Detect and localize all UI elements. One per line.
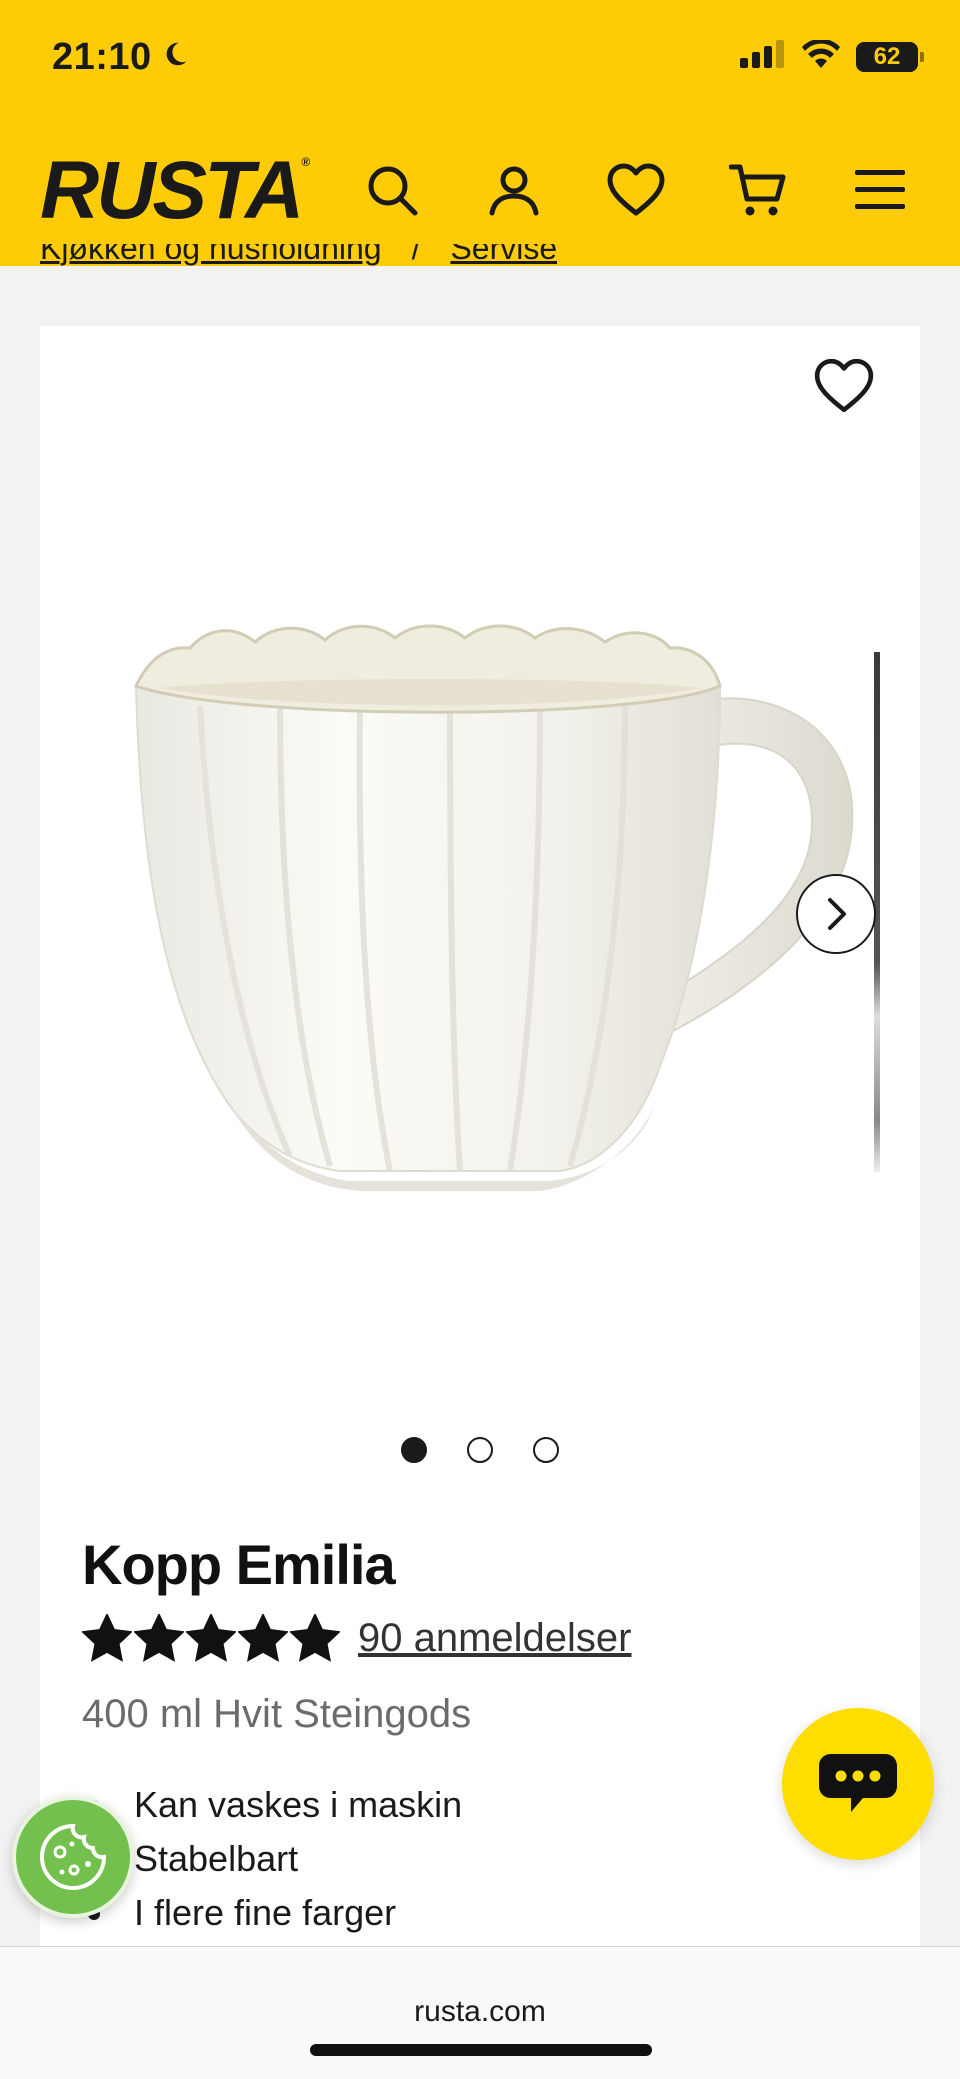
chat-bubble-icon: [819, 1754, 897, 1812]
home-indicator[interactable]: [310, 2044, 652, 2056]
product-card: Kopp Emilia 90 anmeldelser 400 ml Hvit S…: [40, 326, 920, 1986]
browser-url-bar[interactable]: rusta.com: [0, 1946, 960, 2079]
star-icon: [290, 1614, 340, 1662]
product-image-mug: [133, 624, 854, 1191]
reviews-link[interactable]: 90 anmeldelser: [358, 1616, 632, 1661]
chevron-right-icon: [828, 898, 846, 930]
site-header: 21:10 62 RUSTA®: [0, 0, 960, 266]
url-text: rusta.com: [414, 1995, 546, 2028]
gallery-dot-2[interactable]: [467, 1437, 493, 1463]
cart-icon[interactable]: [728, 160, 788, 220]
status-indicators: 62: [740, 38, 924, 73]
account-icon[interactable]: [484, 160, 544, 220]
breadcrumb-item-servise[interactable]: Servise: [450, 244, 557, 267]
status-time-text: 21:10: [52, 36, 152, 78]
gallery-dot-3[interactable]: [533, 1437, 559, 1463]
rusta-logo[interactable]: RUSTA®: [40, 150, 310, 232]
heart-icon[interactable]: [606, 160, 666, 220]
add-to-favorites-button[interactable]: [806, 348, 882, 424]
product-subtitle: 400 ml Hvit Steingods: [82, 1692, 472, 1736]
star-icon: [186, 1614, 236, 1662]
battery-level: 62: [873, 42, 901, 70]
wifi-icon: [802, 38, 840, 73]
chat-button[interactable]: [782, 1708, 934, 1860]
star-icon: [134, 1614, 184, 1662]
menu-icon[interactable]: [850, 160, 910, 220]
star-icon: [82, 1614, 132, 1662]
moon-icon: [160, 36, 190, 79]
breadcrumb-item-kitchen[interactable]: Kjøkken og husholdning: [40, 244, 382, 267]
signal-icon: [740, 40, 786, 73]
product-rating: 90 anmeldelser: [82, 1614, 632, 1662]
gallery-dot-1[interactable]: [401, 1437, 427, 1463]
search-icon[interactable]: [362, 160, 422, 220]
logo-registered-mark: ®: [301, 155, 311, 169]
cookie-icon: [40, 1823, 107, 1890]
product-gallery[interactable]: [40, 326, 920, 1486]
cookie-settings-button[interactable]: [12, 1796, 134, 1918]
status-time: 21:10: [52, 36, 190, 79]
gallery-next-button[interactable]: [796, 874, 876, 954]
logo-text: RUSTA: [40, 145, 304, 236]
feature-item: Kan vaskes i maskin: [82, 1778, 462, 1832]
feature-item: Stabelbart: [82, 1832, 462, 1886]
product-features: Kan vaskes i maskin Stabelbart I flere fin…: [82, 1778, 462, 1940]
breadcrumb: Kjøkken og husholdning / Servise: [40, 244, 557, 274]
star-icon: [238, 1614, 288, 1662]
product-title: Kopp Emilia: [82, 1533, 396, 1596]
breadcrumb-separator: /: [411, 244, 421, 266]
rating-stars: [82, 1614, 340, 1662]
gallery-pagination: [40, 1437, 920, 1463]
header-nav: [362, 160, 910, 220]
battery-icon: 62: [856, 41, 924, 72]
feature-item: I flere fine farger: [82, 1886, 462, 1940]
